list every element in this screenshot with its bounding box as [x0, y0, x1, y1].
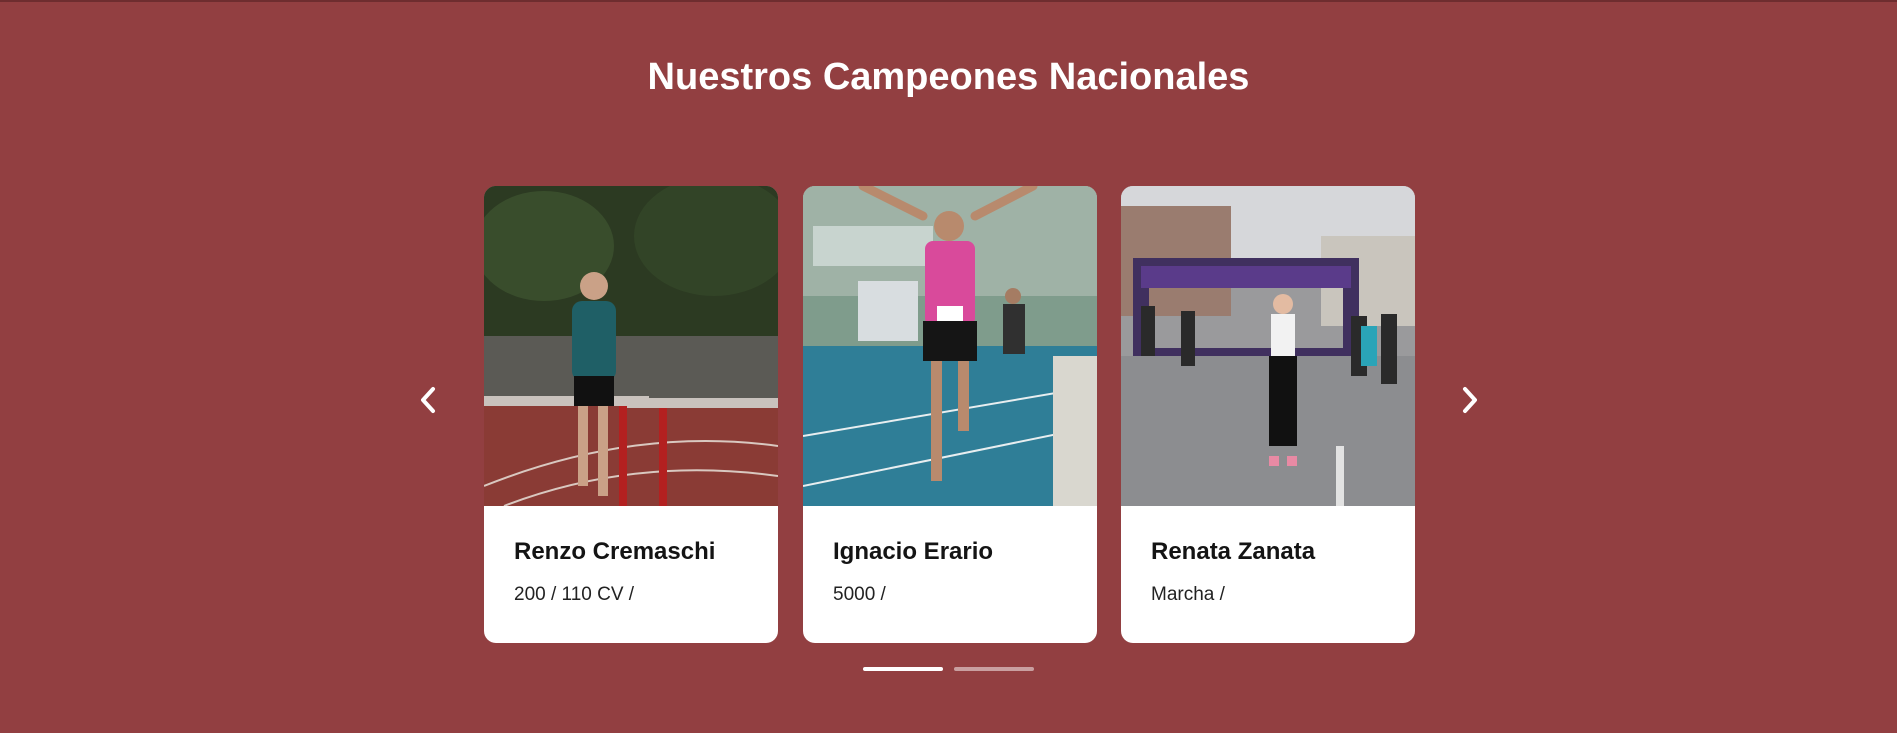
athlete-card[interactable]: Renzo Cremaschi 200 / 110 CV / — [484, 186, 778, 643]
athlete-photo — [803, 186, 1097, 506]
athlete-name: Renzo Cremaschi — [514, 538, 716, 565]
top-divider — [0, 0, 1897, 2]
section-title: Nuestros Campeones Nacionales — [647, 56, 1250, 98]
athlete-photo — [484, 186, 778, 506]
pagination-dot-2[interactable] — [954, 667, 1034, 671]
carousel-next-button[interactable] — [1450, 380, 1490, 420]
carousel-pagination — [863, 667, 1034, 671]
athlete-name: Renata Zanata — [1151, 538, 1316, 565]
athlete-events: 5000 / — [833, 584, 886, 605]
chevron-left-icon — [421, 387, 435, 413]
carousel-prev-button[interactable] — [408, 380, 448, 420]
athlete-events: Marcha / — [1151, 584, 1225, 605]
athlete-card[interactable]: Renata Zanata Marcha / — [1121, 186, 1415, 643]
pagination-dot-1[interactable] — [863, 667, 943, 671]
athlete-photo — [1121, 186, 1415, 506]
chevron-right-icon — [1463, 387, 1477, 413]
athlete-card[interactable]: Ignacio Erario 5000 / — [803, 186, 1097, 643]
athlete-name: Ignacio Erario — [833, 538, 994, 565]
athlete-events: 200 / 110 CV / — [514, 584, 635, 605]
